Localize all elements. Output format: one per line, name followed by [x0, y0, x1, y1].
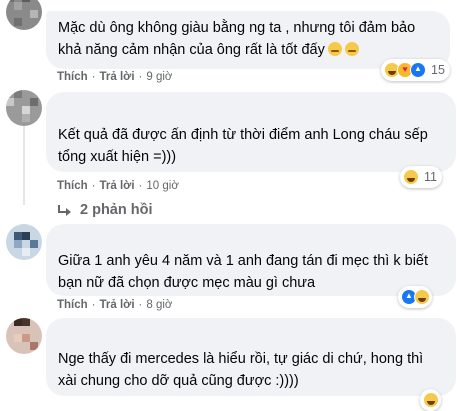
comment-text-line: Giữa 1 anh yêu 4 năm và 1 anh đang tán đ…: [58, 253, 429, 269]
haha-icon: [403, 169, 419, 185]
thread-connector: [23, 125, 25, 205]
comment-timestamp[interactable]: 10 giờ: [146, 180, 178, 192]
comment-text-line: bạn nữ đã chọn được mẹc màu gì chưa: [58, 275, 316, 291]
comment-text-line: Kết quả đã được ấn định từ thời điểm anh…: [58, 127, 428, 143]
comment-timestamp[interactable]: 9 giờ: [146, 71, 172, 83]
replies-count-label: 2 phản hồi: [80, 202, 153, 218]
comment-timestamp[interactable]: 8 giờ: [146, 299, 172, 311]
grin-emoji-icon: [344, 42, 359, 56]
like-button[interactable]: Thích: [57, 71, 88, 83]
reaction-summary[interactable]: 15: [381, 59, 450, 81]
reply-button[interactable]: Trả lời: [100, 71, 135, 83]
reaction-summary[interactable]: [398, 286, 432, 308]
comment-text-line: Nge thấy đi mercedes là hiểu rồi, tự giá…: [58, 351, 424, 367]
comment-actions: Thích · Trả lời · 9 giờ: [57, 71, 173, 83]
comment-text-line: xài chung cho dỡ quả cũng được :)))): [58, 373, 299, 389]
haha-icon: [423, 392, 439, 408]
avatar[interactable]: [6, 224, 42, 260]
comment-text-line: Mặc dù ông không giàu bằng ng ta , nhưng…: [58, 20, 416, 36]
avatar[interactable]: [6, 318, 42, 354]
like-button[interactable]: Thích: [57, 180, 88, 192]
reply-button[interactable]: Trả lời: [100, 180, 135, 192]
reaction-count: 11: [424, 170, 437, 184]
comment-actions: Thích · Trả lời · 8 giờ: [57, 299, 173, 311]
reaction-summary[interactable]: 11: [400, 166, 442, 188]
reply-button[interactable]: Trả lời: [100, 299, 135, 311]
like-button[interactable]: Thích: [57, 299, 88, 311]
like-icon: [410, 62, 426, 78]
comment-text-line: khả năng cảm nhận của ông rất là tốt đấy: [58, 42, 325, 58]
avatar[interactable]: [6, 0, 42, 30]
reply-arrow-icon: [58, 205, 72, 216]
reaction-count: 15: [431, 63, 445, 77]
comment-text-line: tổng xuất hiện =))): [58, 149, 177, 165]
comment-bubble: Kết quả đã được ấn định từ thời điểm anh…: [46, 92, 456, 172]
comment-actions: Thích · Trả lời · 10 giờ: [57, 180, 179, 192]
avatar[interactable]: [6, 90, 42, 126]
view-replies-button[interactable]: 2 phản hồi: [58, 202, 153, 218]
comment-bubble: Nge thấy đi mercedes là hiểu rồi, tự giá…: [46, 318, 456, 396]
comment-thread: Mặc dù ông không giàu bằng ng ta , nhưng…: [0, 0, 457, 411]
reaction-summary[interactable]: [420, 389, 441, 411]
comment-bubble: Giữa 1 anh yêu 4 năm và 1 anh đang tán đ…: [46, 224, 456, 296]
haha-icon: [414, 289, 430, 305]
grin-emoji-icon: [327, 42, 342, 56]
